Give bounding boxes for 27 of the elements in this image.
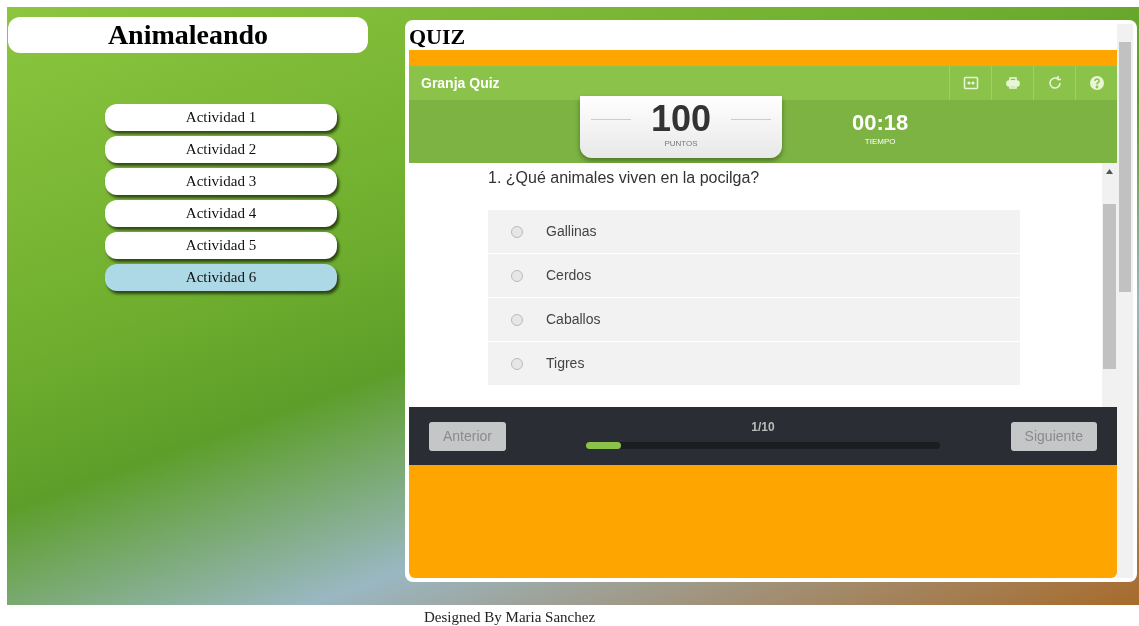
activity-button[interactable]: Actividad 1 <box>105 104 337 131</box>
question-text: 1. ¿Qué animales viven en la pocilga? <box>488 168 761 188</box>
section-title: QUIZ <box>409 24 467 50</box>
page-scrollbar[interactable] <box>1117 24 1133 578</box>
radio-button[interactable] <box>511 225 523 238</box>
answer-option[interactable]: Tigres <box>546 353 585 374</box>
activity-button[interactable]: Actividad 5 <box>105 232 337 259</box>
timer-label: TIEMPO <box>864 136 896 148</box>
activity-button[interactable]: Actividad 4 <box>105 200 337 227</box>
radio-button[interactable] <box>511 357 523 370</box>
answer-option[interactable]: Cerdos <box>546 265 592 286</box>
radio-button[interactable] <box>511 313 523 326</box>
site-title: Animaleando <box>8 17 368 53</box>
footer-credit: Designed By Maria Sanchez <box>423 608 596 626</box>
score-label: PUNTOS <box>664 138 698 150</box>
timer-value: 00:18 <box>852 110 909 136</box>
radio-button[interactable] <box>511 269 523 282</box>
scroll-up-icon[interactable] <box>1106 169 1113 174</box>
answer-option[interactable]: Gallinas <box>546 221 597 242</box>
quiz-title: Granja Quiz <box>421 73 501 93</box>
progress-count: 1/10 <box>751 418 775 436</box>
scrollbar[interactable] <box>1102 163 1117 407</box>
activity-button[interactable]: Actividad 3 <box>105 168 337 195</box>
activity-button[interactable]: Actividad 2 <box>105 136 337 163</box>
answer-option[interactable]: Caballos <box>546 309 601 330</box>
activity-button[interactable]: Actividad 6 <box>105 264 337 291</box>
score-value: 100 <box>650 100 712 138</box>
